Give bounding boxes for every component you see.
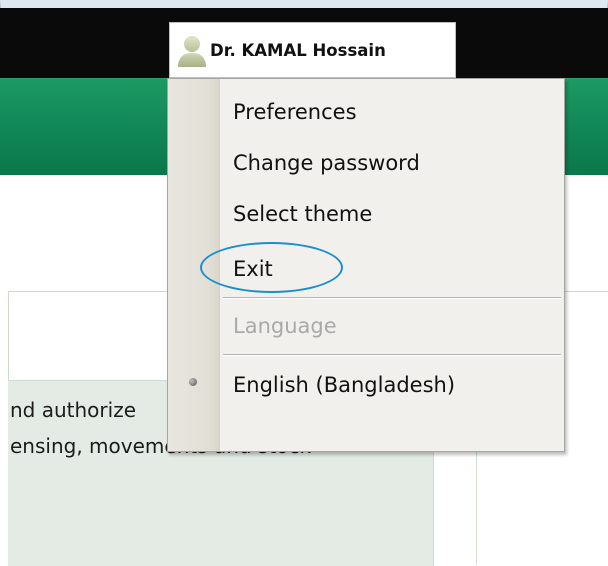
- user-name-label: Dr. KAMAL Hossain: [210, 40, 386, 60]
- menu-section-language: Language: [233, 314, 337, 338]
- menu-item-exit[interactable]: Exit: [233, 256, 273, 282]
- menu-separator: [223, 354, 561, 356]
- menu-item-language-english-bangladesh[interactable]: English (Bangladesh): [233, 372, 455, 398]
- menu-separator: [223, 297, 561, 299]
- menu-item-select-theme[interactable]: Select theme: [233, 201, 372, 227]
- radio-selected-icon: [189, 378, 197, 386]
- menu-icon-gutter: [168, 79, 220, 451]
- user-menu-button[interactable]: Dr. KAMAL Hossain: [169, 22, 456, 78]
- menu-item-preferences[interactable]: Preferences: [233, 99, 357, 125]
- user-dropdown-menu: Preferences Change password Select theme…: [167, 78, 565, 452]
- menu-item-change-password[interactable]: Change password: [233, 150, 420, 176]
- description-line: nd authorize: [10, 398, 136, 422]
